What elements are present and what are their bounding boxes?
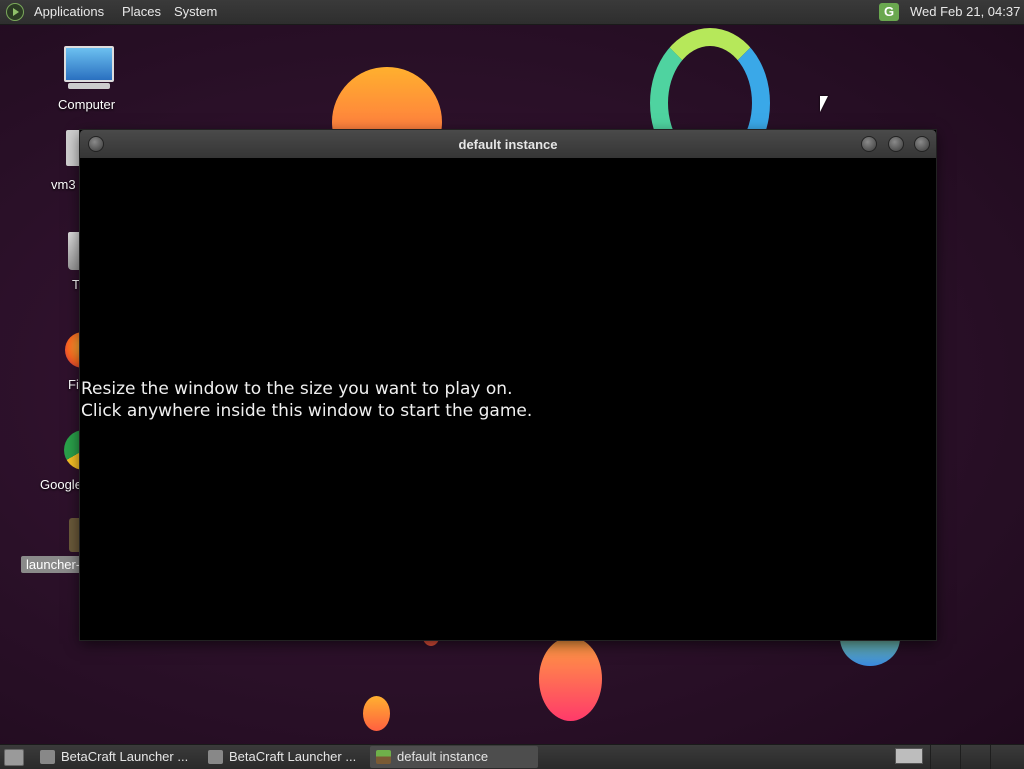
taskbar-item-betacraft-2[interactable]: BetaCraft Launcher ... — [202, 746, 366, 768]
workspace-divider — [930, 745, 931, 769]
mouse-cursor-icon — [820, 96, 828, 112]
taskbar-item-default-instance[interactable]: default instance — [370, 746, 538, 768]
taskbar-item-label: BetaCraft Launcher ... — [61, 749, 189, 764]
places-menu[interactable]: Places — [122, 4, 161, 19]
workspace-switcher-1[interactable] — [895, 748, 923, 764]
taskbar-item-label: BetaCraft Launcher ... — [229, 749, 357, 764]
desktop-icon-label: T — [72, 277, 80, 292]
desktop-icon-label: Computer — [58, 97, 116, 112]
game-window[interactable]: default instance Resize the window to th… — [80, 130, 936, 640]
betacraft-icon — [208, 750, 223, 764]
show-desktop-icon[interactable] — [4, 749, 24, 766]
maximize-button[interactable] — [888, 136, 904, 152]
wallpaper-bubble — [363, 696, 390, 731]
bottom-panel: BetaCraft Launcher ... BetaCraft Launche… — [0, 744, 1024, 769]
minimize-button[interactable] — [861, 136, 877, 152]
clock[interactable]: Wed Feb 21, 04:37 — [910, 4, 1020, 19]
window-title: default instance — [458, 137, 558, 152]
desktop-icon-label: vm3 — [51, 177, 76, 192]
desktop-icon-label: launcher- — [21, 556, 86, 573]
close-button[interactable] — [914, 136, 930, 152]
taskbar-item-betacraft-1[interactable]: BetaCraft Launcher ... — [34, 746, 198, 768]
window-titlebar[interactable]: default instance — [80, 130, 936, 158]
top-panel: Applications Places System G Wed Feb 21,… — [0, 0, 1024, 25]
minecraft-grass-icon — [376, 750, 391, 764]
resize-instruction: Resize the window to the size you want t… — [81, 379, 513, 399]
taskbar-item-label: default instance — [397, 749, 489, 764]
mint-update-icon[interactable]: G — [879, 3, 899, 21]
desktop-icon-computer[interactable]: Computer — [40, 44, 136, 114]
start-instruction: Click anywhere inside this window to sta… — [81, 401, 533, 421]
workspace-divider — [990, 745, 991, 769]
wallpaper-bubble — [539, 637, 602, 721]
computer-icon — [64, 46, 114, 82]
applications-menu[interactable]: Applications — [34, 4, 104, 19]
betacraft-icon — [40, 750, 55, 764]
mint-menu-icon[interactable] — [6, 3, 24, 21]
desktop-icon-label: Google — [40, 477, 82, 492]
game-canvas[interactable]: Resize the window to the size you want t… — [80, 158, 936, 640]
workspace-divider — [960, 745, 961, 769]
system-menu[interactable]: System — [174, 4, 217, 19]
desktop-icon-label: Fi — [68, 377, 79, 392]
